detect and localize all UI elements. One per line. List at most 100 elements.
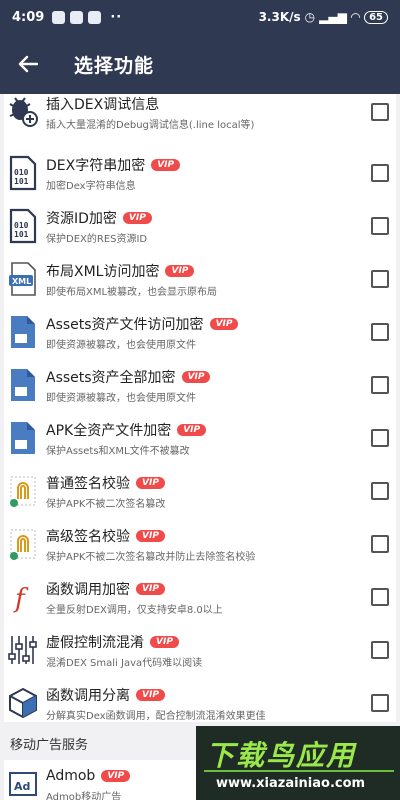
feature-row[interactable]: 插入DEX调试信息插入大量混淆的Debug调试信息(.line local等)	[4, 88, 396, 136]
document-icon	[6, 364, 40, 406]
vip-badge: VIP	[136, 582, 165, 595]
feature-description: 保护APK不被二次签名篡改	[46, 498, 166, 510]
feature-row[interactable]: 普通签名校验 VIP 保护APK不被二次签名篡改	[4, 467, 396, 515]
feature-title: 布局XML访问加密	[46, 263, 160, 280]
vip-badge: VIP	[101, 769, 131, 782]
vip-badge: VIP	[165, 264, 195, 277]
feature-title: 高级签名校验	[46, 528, 130, 545]
feature-description: 保护APK不被二次签名篡改并防止去除签名校验	[46, 551, 256, 563]
feature-description: 即使资源被篡改，也会使用原文件	[46, 392, 196, 404]
binary-file-icon: 010 101	[6, 205, 40, 247]
feature-row[interactable]: XML 布局XML访问加密 VIP 即使布局XML被篡改，也会显示原布局	[4, 255, 396, 303]
arrow-left-icon	[18, 55, 38, 73]
svg-text:XML: XML	[12, 277, 31, 286]
document-icon	[6, 417, 40, 459]
feature-row[interactable]: 010 101 资源ID加密 VIP 保护DEX的RES资源ID	[4, 202, 396, 250]
network-speed: 3.3K/s	[258, 10, 301, 24]
feature-title: 普通签名校验	[46, 475, 130, 492]
vip-badge: VIP	[151, 158, 181, 171]
notification-icon	[52, 10, 66, 24]
battery-icon: 65	[364, 10, 388, 24]
vip-badge: VIP	[136, 529, 165, 542]
more-notifications-icon: ··	[110, 9, 123, 25]
feature-checkbox[interactable]	[371, 270, 389, 288]
cube-icon	[6, 682, 40, 724]
feature-title: 函数调用分离	[46, 687, 130, 704]
feature-description: 即使布局XML被篡改，也会显示原布局	[46, 286, 218, 298]
feature-checkbox[interactable]	[371, 694, 389, 712]
svg-text:101: 101	[14, 177, 29, 186]
svg-text:f: f	[13, 584, 29, 614]
feature-checkbox[interactable]	[371, 376, 389, 394]
feature-row[interactable]: f 函数调用加密 VIP 全量反射DEX调用，仅支持安卓8.0以上	[4, 573, 396, 621]
feature-row[interactable]: Assets资产文件访问加密 VIP 即使资源被篡改，也会使用原文件	[4, 308, 396, 356]
feature-description: 即使资源被篡改，也会使用原文件	[46, 339, 196, 351]
feature-checkbox[interactable]	[371, 217, 389, 235]
status-bar: 4:09 ·· 3.3K/s ◷ ▂▄▆ ◠ 65	[0, 0, 400, 34]
vip-badge: VIP	[122, 211, 152, 224]
ad-icon: Ad	[6, 763, 40, 800]
feature-checkbox[interactable]	[371, 429, 389, 447]
svg-text:010: 010	[14, 221, 29, 230]
feature-description: 全量反射DEX调用，仅支持安卓8.0以上	[46, 604, 223, 616]
feature-description: 加密Dex字符串信息	[46, 180, 136, 192]
wifi-icon: ◠	[350, 10, 361, 24]
feature-description: 分解真实Dex函数调用，配合控制流混淆效果更佳	[46, 710, 266, 722]
feature-title: 函数调用加密	[46, 581, 130, 598]
feature-description: 插入大量混淆的Debug调试信息(.line local等)	[46, 119, 255, 131]
app-toolbar: 选择功能	[0, 34, 400, 94]
feature-checkbox[interactable]	[371, 482, 389, 500]
feature-checkbox[interactable]	[371, 641, 389, 659]
document-icon	[6, 311, 40, 353]
shield-notification-icon	[88, 10, 102, 24]
feature-title: 资源ID加密	[46, 210, 117, 227]
vip-badge: VIP	[181, 370, 211, 383]
fingerprint-icon	[6, 523, 40, 565]
feature-row[interactable]: 虚假控制流混淆 VIP 混淆DEX Smali Java代码难以阅读	[4, 626, 396, 674]
page-title: 选择功能	[74, 54, 155, 77]
fingerprint-icon	[6, 470, 40, 512]
alarm-icon: ◷	[304, 10, 316, 24]
vip-badge: VIP	[209, 317, 239, 330]
vip-badge: VIP	[150, 635, 179, 648]
feature-title: Admob	[46, 767, 96, 784]
xml-file-icon: XML	[6, 258, 40, 300]
back-button[interactable]	[0, 34, 56, 94]
feature-description: 保护Assets和XML文件不被篡改	[46, 445, 190, 457]
feature-title: DEX字符串加密	[46, 157, 146, 174]
feature-title: Assets资产全部加密	[46, 369, 176, 386]
svg-text:010: 010	[14, 168, 29, 177]
notification-icon	[70, 10, 84, 24]
status-time: 4:09	[12, 9, 45, 25]
bug-plus-icon	[6, 91, 40, 133]
svg-text:Ad: Ad	[14, 780, 30, 793]
feature-title: 虚假控制流混淆	[46, 634, 144, 651]
feature-row[interactable]: 010 101 DEX字符串加密 VIP 加密Dex字符串信息	[4, 149, 396, 197]
feature-checkbox[interactable]	[371, 164, 389, 182]
signal-icon: ▂▄▆	[319, 10, 347, 24]
watermark-title: 下载鸟应用	[206, 739, 357, 772]
feature-row[interactable]: APK全资产文件加密 VIP 保护Assets和XML文件不被篡改	[4, 414, 396, 462]
watermark-logo: 下载鸟应用 www.xiazainiao.com	[196, 726, 400, 800]
vip-badge: VIP	[177, 423, 207, 436]
feature-title: APK全资产文件加密	[46, 422, 172, 439]
feature-description: 混淆DEX Smali Java代码难以阅读	[46, 657, 203, 669]
feature-checkbox[interactable]	[371, 103, 389, 121]
vip-badge: VIP	[136, 476, 165, 489]
vip-badge: VIP	[136, 688, 165, 701]
watermark-url: www.xiazainiao.com	[216, 776, 366, 791]
svg-text:101: 101	[14, 230, 29, 239]
feature-title: Assets资产文件访问加密	[46, 316, 204, 333]
feature-checkbox[interactable]	[371, 535, 389, 553]
feature-title: 插入DEX调试信息	[46, 96, 160, 113]
feature-description: 保护DEX的RES资源ID	[46, 233, 148, 245]
function-icon: f	[6, 576, 40, 618]
watermark-divider	[204, 770, 394, 772]
sliders-icon	[6, 629, 40, 671]
feature-row[interactable]: 函数调用分离 VIP 分解真实Dex函数调用，配合控制流混淆效果更佳	[4, 679, 396, 727]
feature-row[interactable]: 高级签名校验 VIP 保护APK不被二次签名篡改并防止去除签名校验	[4, 520, 396, 568]
binary-file-icon: 010 101	[6, 152, 40, 194]
feature-row[interactable]: Assets资产全部加密 VIP 即使资源被篡改，也会使用原文件	[4, 361, 396, 409]
feature-checkbox[interactable]	[371, 323, 389, 341]
feature-checkbox[interactable]	[371, 588, 389, 606]
